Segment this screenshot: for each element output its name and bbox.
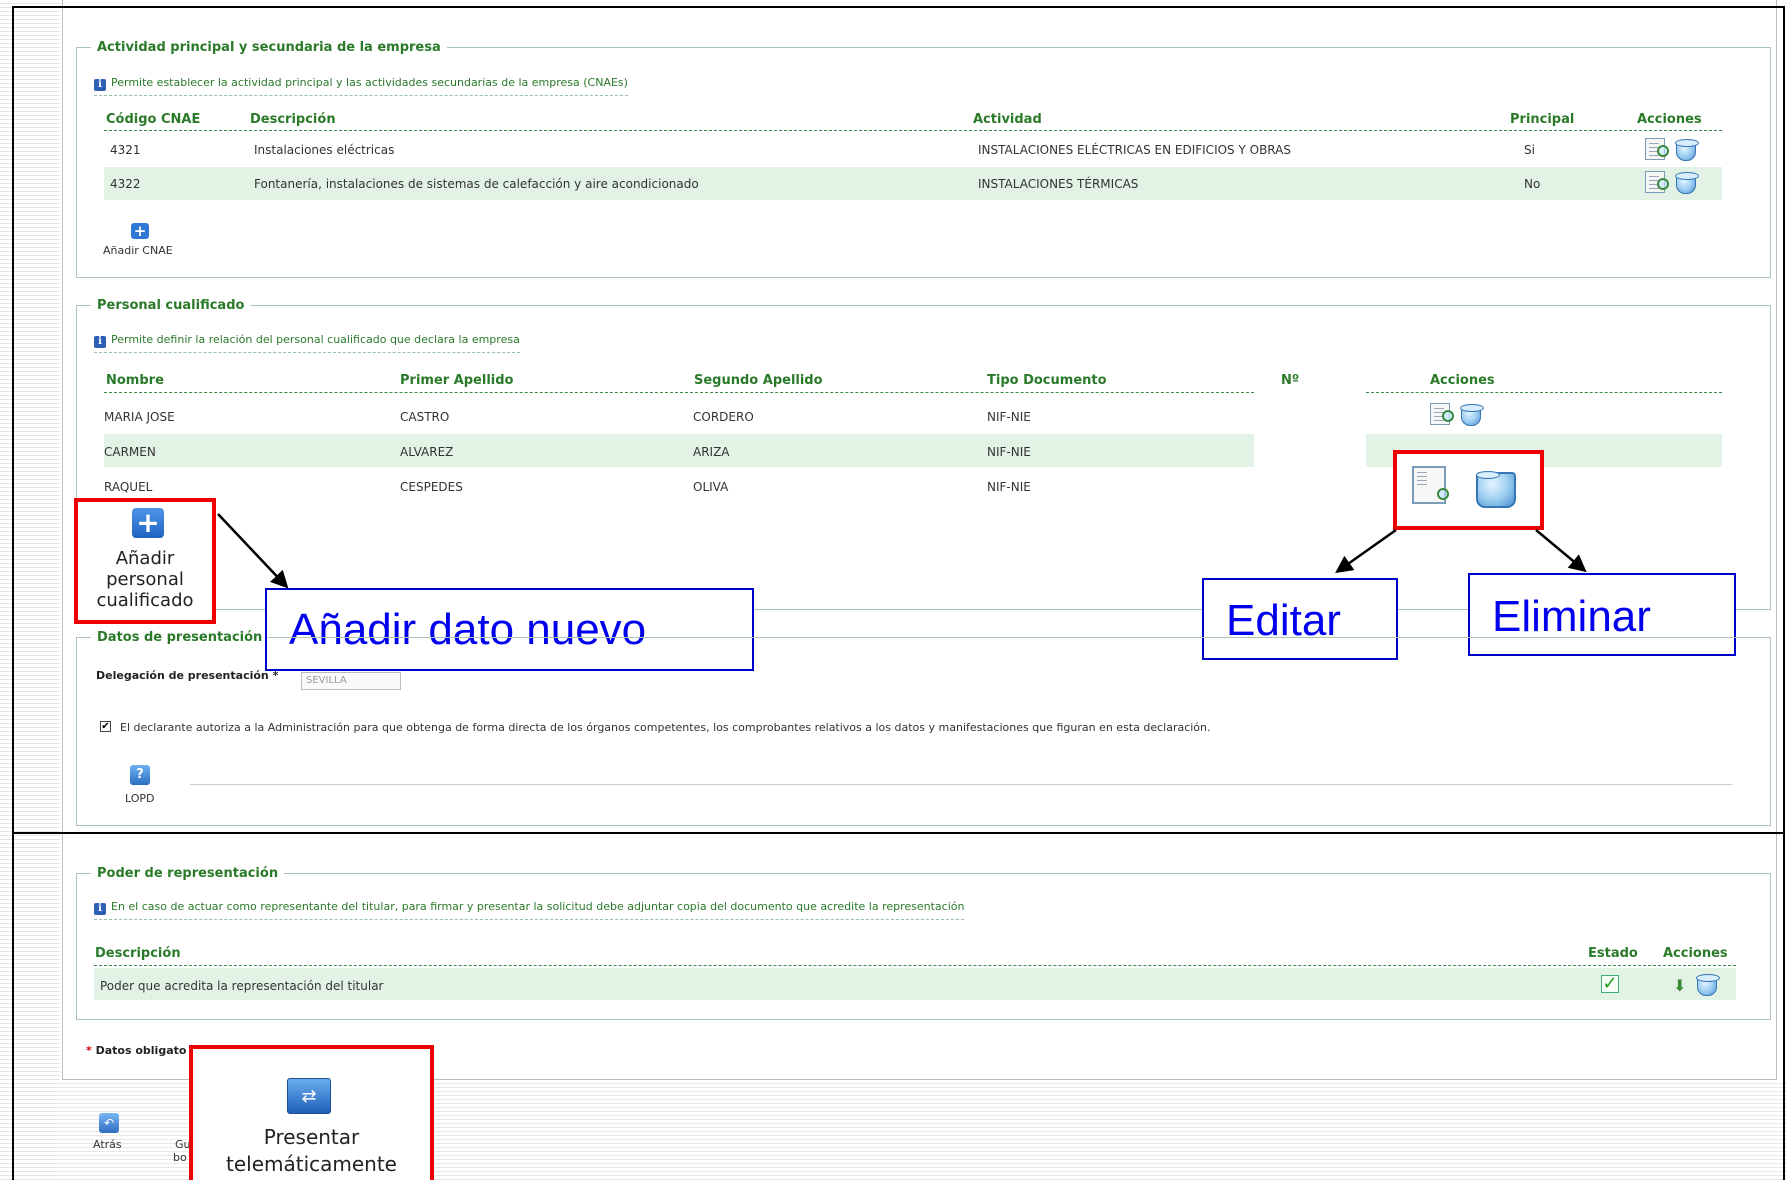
back-icon[interactable]: ↶: [99, 1113, 119, 1133]
obligatorios-note: * Datos obligato: [86, 1044, 187, 1057]
guardar-label-partial-2[interactable]: bo: [173, 1151, 187, 1164]
download-icon[interactable]: ⬇: [1673, 977, 1689, 995]
back-label[interactable]: Atrás: [93, 1138, 122, 1151]
present-button-label[interactable]: Presentar telemáticamente: [193, 1124, 430, 1178]
estado-check-icon: ✓: [1601, 973, 1619, 994]
col-acciones: Acciones: [1663, 946, 1728, 961]
poder-legend: Poder de representación: [97, 866, 279, 881]
info-icon: i: [94, 903, 106, 915]
header-divider: [94, 965, 1736, 966]
present-icon[interactable]: ⇄: [287, 1078, 331, 1114]
poder-cell-desc: Poder que acredita la representación del…: [100, 979, 384, 993]
poder-info: i En el caso de actuar como representante…: [94, 900, 965, 920]
screenshot-frame-top: [12, 6, 1785, 834]
col-descripcion: Descripción: [95, 946, 181, 961]
col-estado: Estado: [1588, 946, 1638, 961]
delete-icon[interactable]: [1696, 974, 1720, 996]
